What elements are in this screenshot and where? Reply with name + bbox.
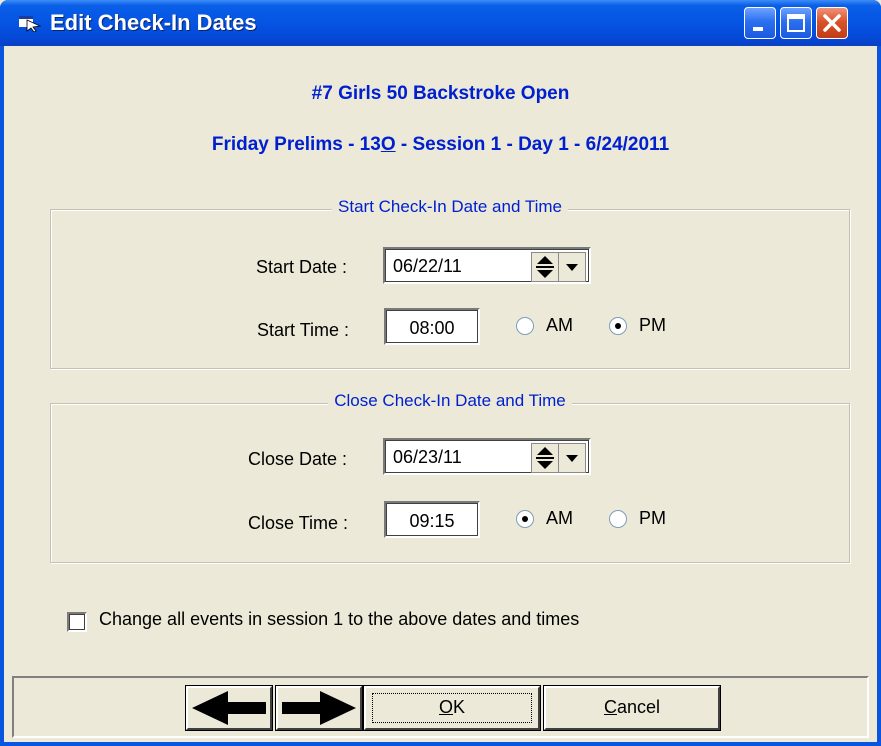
start-date-spinner[interactable] bbox=[531, 252, 559, 282]
window-title: Edit Check-In Dates bbox=[50, 10, 257, 35]
dropdown-arrow-icon bbox=[566, 455, 578, 462]
minimize-icon bbox=[753, 27, 763, 31]
close-date-spinner[interactable] bbox=[531, 443, 559, 473]
start-date-label: Start Date : bbox=[256, 257, 348, 277]
session-heading: Friday Prelims - 13O - Session 1 - Day 1… bbox=[4, 134, 877, 156]
updown-arrows-icon bbox=[536, 447, 554, 469]
close-group-title: Close Check-In Date and Time bbox=[328, 391, 572, 410]
minimize-button[interactable] bbox=[744, 7, 776, 39]
start-time-value: 08:00 bbox=[409, 318, 455, 338]
start-am-label[interactable]: AM bbox=[546, 315, 573, 336]
close-date-dropdown-button[interactable] bbox=[558, 443, 586, 473]
start-date-dropdown-button[interactable] bbox=[558, 252, 586, 282]
dialog-client-area: #7 Girls 50 Backstroke Open Friday Preli… bbox=[4, 46, 877, 742]
arrow-right-icon bbox=[282, 691, 356, 725]
close-am-label[interactable]: AM bbox=[546, 508, 573, 529]
session-underlined: O bbox=[380, 134, 396, 155]
start-time-label: Start Time : bbox=[257, 320, 350, 340]
close-time-label: Close Time : bbox=[248, 513, 349, 533]
start-group-title: Start Check-In Date and Time bbox=[332, 197, 568, 216]
dialog-window: Edit Check-In Dates #7 Girls 50 Backstro… bbox=[0, 0, 881, 746]
cancel-button[interactable]: Cancel bbox=[543, 685, 721, 731]
close-date-picker[interactable]: 06/23/11 bbox=[383, 438, 591, 475]
arrow-left-icon bbox=[192, 691, 266, 725]
title-bar[interactable]: Edit Check-In Dates bbox=[0, 0, 881, 46]
dropdown-arrow-icon bbox=[566, 264, 578, 271]
updown-arrows-icon bbox=[536, 256, 554, 278]
event-heading: #7 Girls 50 Backstroke Open bbox=[311, 83, 570, 104]
close-time-input[interactable]: 09:15 bbox=[384, 501, 480, 538]
radio-selected-dot bbox=[615, 323, 621, 329]
start-am-radio[interactable] bbox=[516, 317, 534, 335]
close-icon bbox=[823, 14, 841, 32]
close-date-label: Close Date : bbox=[248, 449, 348, 469]
cancel-mnemonic: C bbox=[603, 697, 617, 717]
start-checkin-group: Start Check-In Date and Time bbox=[50, 197, 850, 369]
session-suffix: - Session 1 - Day 1 - 6/24/2011 bbox=[395, 134, 670, 155]
close-am-radio[interactable] bbox=[516, 510, 534, 528]
close-pm-label[interactable]: PM bbox=[639, 508, 666, 529]
change-all-checkbox[interactable] bbox=[67, 612, 87, 632]
radio-selected-dot bbox=[522, 516, 528, 522]
change-all-label[interactable]: Change all events in session 1 to the ab… bbox=[99, 609, 579, 630]
start-time-input[interactable]: 08:00 bbox=[384, 308, 480, 345]
close-time-value: 09:15 bbox=[409, 511, 455, 531]
start-pm-label[interactable]: PM bbox=[639, 315, 666, 336]
start-date-picker[interactable]: 06/22/11 bbox=[383, 247, 591, 284]
close-date-value: 06/23/11 bbox=[393, 447, 462, 467]
maximize-button[interactable] bbox=[780, 7, 812, 39]
ok-button[interactable]: OK bbox=[363, 685, 541, 731]
start-pm-radio[interactable] bbox=[609, 317, 627, 335]
close-checkin-group: Close Check-In Date and Time bbox=[50, 391, 850, 563]
next-event-button[interactable] bbox=[275, 685, 363, 731]
focus-rectangle bbox=[372, 693, 532, 723]
cancel-rest: ancel bbox=[616, 697, 661, 717]
session-prefix: Friday Prelims - 13 bbox=[211, 134, 381, 155]
close-pm-radio[interactable] bbox=[609, 510, 627, 528]
previous-event-button[interactable] bbox=[185, 685, 273, 731]
start-date-value: 06/22/11 bbox=[393, 256, 462, 276]
maximize-icon bbox=[787, 14, 805, 32]
app-icon bbox=[19, 16, 42, 32]
close-button[interactable] bbox=[816, 7, 848, 39]
